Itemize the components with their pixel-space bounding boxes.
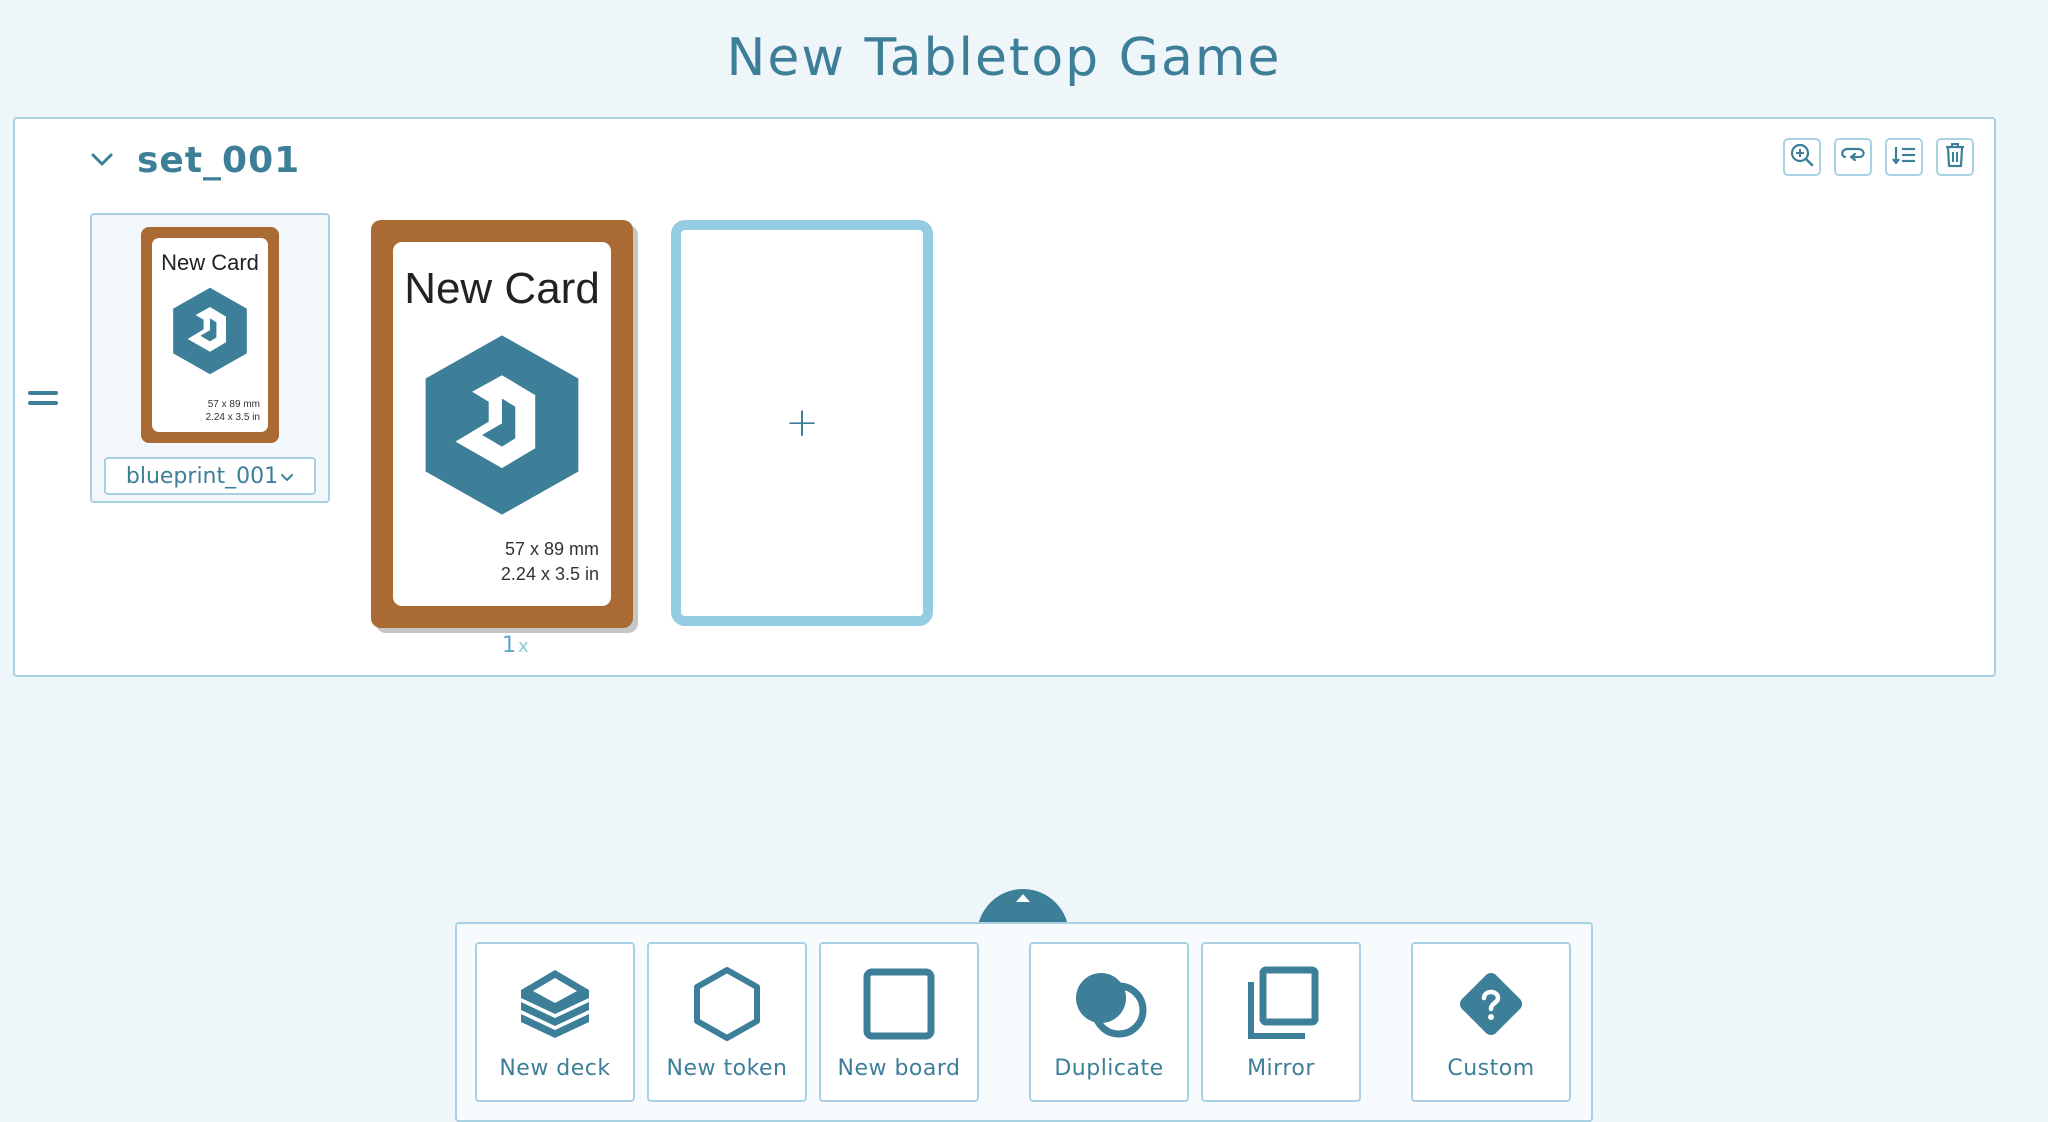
duplicate-icon	[1031, 964, 1187, 1044]
zoom-in-button[interactable]	[1783, 138, 1821, 176]
drag-handle-icon[interactable]	[28, 391, 58, 411]
card-dimensions: 57 x 89 mm 2.24 x 3.5 in	[500, 539, 599, 584]
mirror-icon	[1203, 964, 1359, 1044]
hexagon-icon	[649, 964, 805, 1044]
set-name[interactable]: set_001	[137, 140, 300, 181]
new-token-button[interactable]: New token	[647, 942, 807, 1102]
create-tray: New deck New token New board Duplicate M…	[455, 922, 1593, 1122]
hexagon-logo-icon	[419, 332, 585, 518]
delete-set-button[interactable]	[1936, 138, 1974, 176]
card-count[interactable]: 1x	[502, 633, 529, 658]
blueprint-card-preview[interactable]: New Card 57 x 89 mm 2.24 x 3.5 in	[141, 227, 279, 443]
collapse-chevron-icon[interactable]	[85, 143, 119, 177]
hexagon-logo-icon	[170, 286, 250, 376]
duplicate-label: Duplicate	[1054, 1056, 1164, 1081]
caret-up-icon	[1013, 889, 1033, 908]
set-panel: set_001 New Card 57 x 89 mm 2.24 x 3.5 i…	[13, 117, 1996, 677]
blueprint-select[interactable]: blueprint_001	[104, 457, 316, 495]
blueprint-card-title: New Card	[161, 250, 259, 275]
zoom-in-icon	[1789, 142, 1815, 172]
blueprint-panel: New Card 57 x 89 mm 2.24 x 3.5 in bluepr…	[90, 213, 330, 503]
custom-button[interactable]: Custom	[1411, 942, 1571, 1102]
flip-button[interactable]	[1834, 138, 1872, 176]
help-diamond-icon	[1413, 964, 1569, 1044]
set-header: set_001	[85, 135, 300, 185]
sort-button[interactable]	[1885, 138, 1923, 176]
new-board-label: New board	[837, 1056, 961, 1081]
new-deck-button[interactable]: New deck	[475, 942, 635, 1102]
mirror-button[interactable]: Mirror	[1201, 942, 1361, 1102]
plus-icon: +	[785, 400, 819, 446]
flip-icon	[1839, 144, 1867, 170]
square-icon	[821, 964, 977, 1044]
sort-icon	[1891, 144, 1917, 170]
set-toolbar	[1783, 138, 1974, 176]
duplicate-button[interactable]: Duplicate	[1029, 942, 1189, 1102]
new-token-label: New token	[666, 1056, 788, 1081]
deck-icon	[477, 964, 633, 1044]
new-board-button[interactable]: New board	[819, 942, 979, 1102]
card-title: New Card	[404, 264, 600, 313]
trash-icon	[1944, 142, 1966, 172]
blueprint-card-dimensions: 57 x 89 mm 2.24 x 3.5 in	[205, 399, 260, 423]
custom-label: Custom	[1447, 1056, 1535, 1081]
page-title: New Tabletop Game	[726, 28, 1282, 88]
add-card-button[interactable]: +	[671, 220, 933, 626]
chevron-down-icon	[278, 464, 294, 489]
new-deck-label: New deck	[499, 1056, 611, 1081]
card-item[interactable]: New Card 57 x 89 mm 2.24 x 3.5 in	[371, 220, 633, 628]
blueprint-select-value: blueprint_001	[125, 463, 279, 489]
mirror-label: Mirror	[1247, 1056, 1315, 1081]
